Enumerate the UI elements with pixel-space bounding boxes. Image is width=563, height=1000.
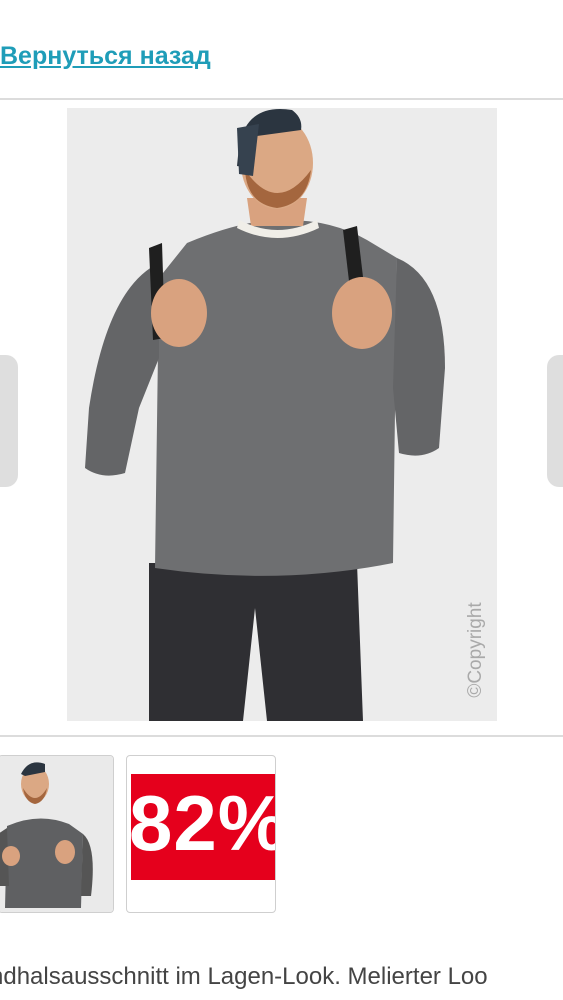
top-divider [0,98,563,100]
next-image-arrow[interactable] [547,355,563,487]
thumbnail-product[interactable] [0,755,114,913]
thumbnail-discount-badge[interactable]: 82% [126,755,276,913]
product-description: ndhalsausschnitt im Lagen-Look. Melierte… [0,963,488,990]
copyright-watermark: ©Copyright [465,602,486,698]
discount-badge: 82% [131,774,275,880]
back-link[interactable]: Вернуться назад [0,42,211,71]
previous-image-arrow[interactable] [0,355,18,487]
gallery-divider [0,735,563,737]
product-main-image[interactable]: ©Copyright [67,108,497,721]
